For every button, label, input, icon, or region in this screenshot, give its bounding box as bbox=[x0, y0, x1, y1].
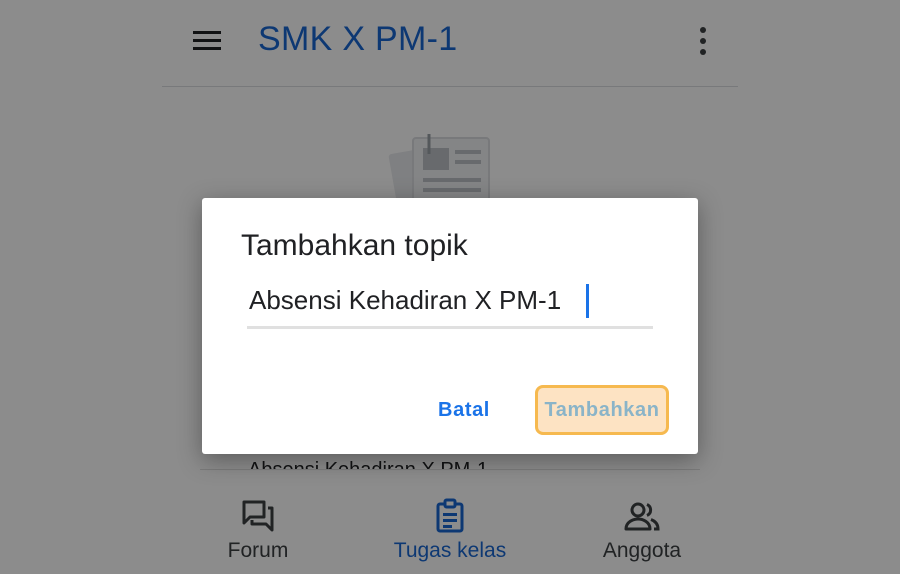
input-underline bbox=[247, 326, 653, 329]
text-cursor bbox=[586, 284, 589, 318]
cancel-button[interactable]: Batal bbox=[422, 388, 506, 432]
add-topic-dialog: Tambahkan topik Batal Tambahkan bbox=[202, 198, 698, 454]
dialog-title: Tambahkan topik bbox=[241, 229, 468, 262]
add-topic-button[interactable]: Tambahkan bbox=[535, 385, 669, 435]
classroom-app: SMK X PM-1 Absensi Kehadiran X PM-1 Foru… bbox=[0, 0, 900, 574]
topic-name-input[interactable] bbox=[247, 283, 653, 317]
